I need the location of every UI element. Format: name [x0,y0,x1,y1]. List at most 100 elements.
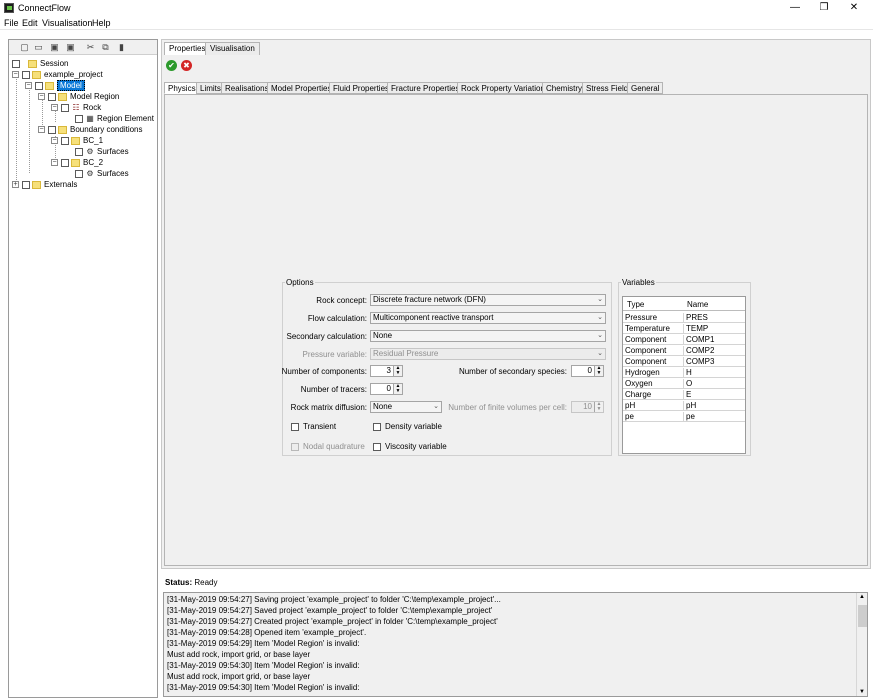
tab-general[interactable]: General [627,82,664,94]
expand-icon[interactable]: + [12,181,19,188]
table-row[interactable]: Component COMP1 [623,334,745,345]
close-button[interactable]: ✕ [840,1,868,15]
spinner-arrows-icon[interactable]: ▲ ▼ [393,384,402,394]
density-variable-checkbox[interactable]: Density variable [373,422,442,431]
tree-item-region-element[interactable]: ▦ Region Element [75,113,154,124]
table-row[interactable]: pe pe [623,411,745,422]
table-row[interactable]: Pressure PRES [623,312,745,323]
rock-matrix-diffusion-select[interactable]: None ⌄ [370,401,442,413]
open-icon[interactable]: ▭ [33,42,44,53]
variables-table[interactable]: Type Name Pressure PRES Temperature TEMP Com… [622,296,746,454]
table-row[interactable]: Component COMP2 [623,345,745,356]
tree-item-project[interactable]: − example_project [12,69,103,80]
tree-item-bc1-surfaces[interactable]: ⚙ Surfaces [75,146,129,157]
scroll-up-icon[interactable]: ▲ [859,594,865,600]
log-scrollbar[interactable]: ▲ ▼ [856,593,867,696]
tree-item-bc2-surfaces[interactable]: ⚙ Surfaces [75,168,129,179]
cut-icon[interactable]: ✂ [85,42,96,53]
scroll-thumb[interactable] [858,605,867,627]
model-region-checkbox[interactable] [48,92,56,101]
table-row[interactable]: pH pH [623,400,745,411]
flow-calculation-select[interactable]: Multicomponent reactive transport ⌄ [370,312,606,324]
session-checkbox[interactable] [12,59,20,68]
apply-icon[interactable]: ✔ [166,60,177,71]
chevron-down-icon: ⌄ [597,332,603,339]
bc2-checkbox[interactable] [61,158,69,167]
minimize-button[interactable]: — [781,1,809,15]
rock-concept-select[interactable]: Discrete fracture network (DFN) ⌄ [370,294,606,306]
checkbox-box[interactable] [373,442,381,451]
log-panel[interactable]: [31-May-2019 09:54:27] Saving project 'e… [163,592,868,697]
app-icon [4,3,14,13]
collapse-icon[interactable]: − [12,71,19,78]
region-element-checkbox[interactable] [75,114,83,123]
table-row[interactable]: Temperature TEMP [623,323,745,334]
scroll-down-icon[interactable]: ▼ [859,689,865,695]
checkbox-box[interactable] [291,422,299,431]
tree-item-bc1[interactable]: − BC_1 [51,135,103,146]
variable-name-cell: COMP2 [683,346,743,355]
externals-checkbox[interactable] [22,180,30,189]
table-row[interactable]: Charge E [623,389,745,400]
tab-rock-property-variation[interactable]: Rock Property Variation [457,82,549,94]
checkbox-box[interactable] [373,422,381,431]
collapse-icon[interactable]: − [25,82,32,89]
num-secondary-species-spinner[interactable]: 0 ▲ ▼ [571,365,604,377]
tree-item-session[interactable]: Session [12,58,68,69]
paste-icon[interactable]: ▮ [116,42,127,53]
model-checkbox[interactable] [35,81,43,90]
num-tracers-spinner[interactable]: 0 ▲ ▼ [370,383,403,395]
spinner-arrows-icon[interactable]: ▲ ▼ [393,366,402,376]
tree-item-model[interactable]: − Model [25,80,85,91]
menu-edit[interactable]: Edit [22,18,38,28]
spinner-arrows-icon[interactable]: ▲ ▼ [594,366,603,376]
tab-stress-field[interactable]: Stress Field [582,82,633,94]
bc2-surfaces-checkbox[interactable] [75,169,83,178]
tree-item-rock[interactable]: − ☷ Rock [51,102,101,113]
tree-item-model-region[interactable]: − Model Region [38,91,119,102]
tab-chemistry[interactable]: Chemistry [542,82,587,94]
column-header-name: Name [687,300,709,309]
collapse-icon[interactable]: − [51,104,58,111]
tree-item-bc2[interactable]: − BC_2 [51,157,103,168]
tab-fracture-properties[interactable]: Fracture Properties [387,82,464,94]
transient-checkbox[interactable]: Transient [291,422,336,431]
tree-item-boundary-conditions[interactable]: − Boundary conditions [38,124,143,135]
collapse-icon[interactable]: − [51,137,58,144]
menu-help[interactable]: Help [92,18,111,28]
collapse-icon[interactable]: − [38,93,45,100]
boundary-conditions-checkbox[interactable] [48,125,56,134]
tab-visualisation[interactable]: Visualisation [205,42,260,55]
menu-file[interactable]: File [4,18,19,28]
project-checkbox[interactable] [22,70,30,79]
copy-icon[interactable]: ⧉ [100,42,111,53]
table-row[interactable]: Oxygen O [623,378,745,389]
collapse-icon[interactable]: − [51,159,58,166]
num-components-spinner[interactable]: 3 ▲ ▼ [370,365,403,377]
bc1-checkbox[interactable] [61,136,69,145]
status-label: Status: [165,578,193,587]
restore-button[interactable]: ❐ [810,1,838,15]
tab-properties[interactable]: Properties [164,42,211,55]
viscosity-variable-checkbox[interactable]: Viscosity variable [373,442,447,451]
nodal-quadrature-checkbox: Nodal quadrature [291,442,365,451]
save-icon[interactable]: ▣ [49,42,60,53]
bc1-surfaces-checkbox[interactable] [75,147,83,156]
status-value: Ready [194,578,218,587]
new-icon[interactable]: ▢ [19,42,30,53]
table-row[interactable]: Hydrogen H [623,367,745,378]
tree-item-externals[interactable]: + Externals [12,179,77,190]
tab-physics[interactable]: Physics [164,82,200,94]
table-row[interactable]: Component COMP3 [623,356,745,367]
tab-model-properties[interactable]: Model Properties [267,82,336,94]
secondary-calculation-value: None [373,331,393,340]
secondary-calculation-select[interactable]: None ⌄ [370,330,606,342]
save-as-icon[interactable]: ▣ [65,42,76,53]
tab-fluid-properties[interactable]: Fluid Properties [329,82,394,94]
secondary-calculation-label: Secondary calculation: [286,332,368,341]
menu-visualisation[interactable]: Visualisation [42,18,92,28]
cancel-icon[interactable]: ✖ [181,60,192,71]
rock-checkbox[interactable] [61,103,69,112]
tab-realisations[interactable]: Realisations [221,82,273,94]
collapse-icon[interactable]: − [38,126,45,133]
